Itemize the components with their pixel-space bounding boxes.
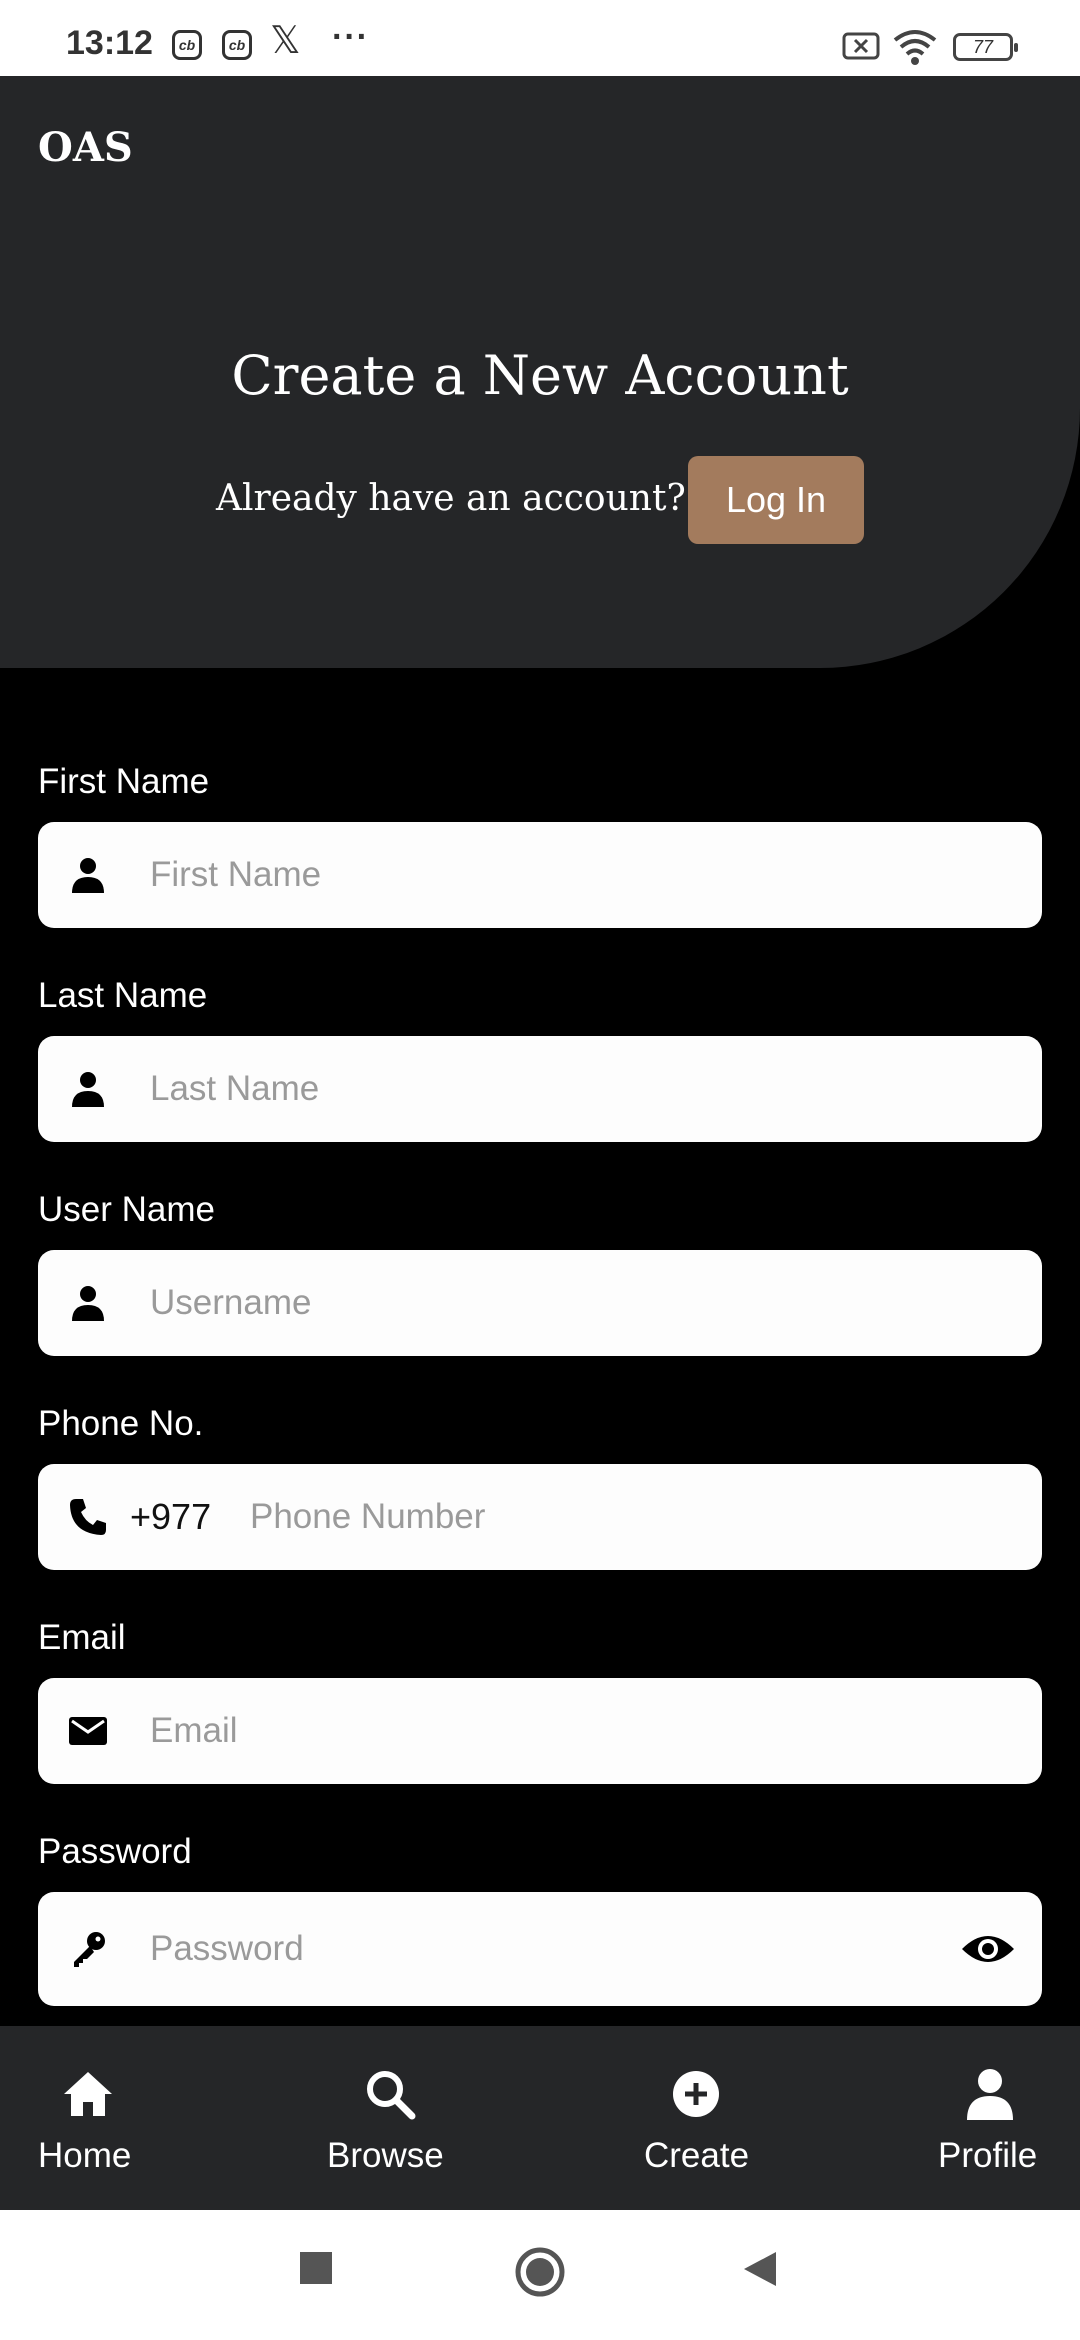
brand-logo[interactable]: OAS (38, 124, 133, 171)
x-app-icon: 𝕏 (270, 20, 301, 62)
nav-item-profile[interactable]: Profile (910, 2026, 1070, 2210)
email-input-box[interactable] (38, 1678, 1042, 1784)
last-name-input[interactable] (150, 1036, 970, 1142)
battery-indicator: 77 (953, 33, 1018, 61)
eye-icon[interactable] (960, 1929, 1016, 1969)
email-field: Email (38, 1606, 1042, 1820)
recent-apps-icon[interactable] (298, 2250, 334, 2286)
header: OAS Create a New Account Already have an… (0, 76, 1080, 668)
email-label: Email (38, 1618, 126, 1657)
first-name-label: First Name (38, 762, 210, 801)
phone-label: Phone No. (38, 1404, 204, 1443)
phone-number-input[interactable] (250, 1464, 1010, 1570)
first-name-input[interactable] (150, 822, 970, 928)
home-system-icon[interactable] (514, 2246, 566, 2298)
wifi-icon (893, 30, 937, 65)
back-icon[interactable] (742, 2250, 778, 2288)
sim-off-icon (842, 32, 880, 60)
nav-label-profile: Profile (938, 2136, 1038, 2175)
person-icon (72, 1286, 104, 1321)
user-name-label: User Name (38, 1190, 215, 1229)
key-icon (74, 1932, 105, 1967)
last-name-input-box[interactable] (38, 1036, 1042, 1142)
login-prompt: Already have an account? Log In (0, 456, 1080, 546)
password-label: Password (38, 1832, 192, 1871)
person-icon (72, 1072, 104, 1107)
user-name-input-box[interactable] (38, 1250, 1042, 1356)
cb-app-icon: cb (222, 30, 252, 60)
phone-icon (70, 1499, 106, 1535)
first-name-input-box[interactable] (38, 822, 1042, 928)
search-icon (367, 2071, 416, 2120)
nav-item-create[interactable]: Create (618, 2026, 774, 2210)
plus-circle-icon (673, 2071, 719, 2117)
already-have-account-text: Already have an account? (216, 478, 686, 519)
mail-icon (69, 1717, 107, 1745)
nav-label-browse: Browse (327, 2136, 444, 2175)
last-name-label: Last Name (38, 976, 208, 1015)
nav-label-create: Create (644, 2136, 750, 2175)
phone-field: Phone No. +977 (38, 1392, 1042, 1606)
password-field: Password (38, 1820, 1042, 2034)
more-dots-icon: ··· (332, 18, 369, 56)
username-input[interactable] (150, 1250, 970, 1356)
page-title: Create a New Account (231, 344, 849, 407)
nav-item-browse[interactable]: Browse (300, 2026, 480, 2210)
status-bar: 13:12 cb cb 𝕏 ··· 77 (0, 0, 1080, 76)
person-icon (967, 2069, 1013, 2120)
first-name-field: First Name (38, 750, 1042, 964)
status-time: 13:12 (66, 24, 153, 62)
password-input-box[interactable] (38, 1892, 1042, 2006)
system-nav-bar (0, 2210, 1080, 2340)
home-icon (64, 2072, 112, 2116)
password-input[interactable] (150, 1892, 970, 2006)
person-icon (72, 858, 104, 893)
country-code[interactable]: +977 (130, 1496, 211, 1538)
phone-input-box[interactable]: +977 (38, 1464, 1042, 1570)
nav-label-home: Home (38, 2136, 132, 2175)
email-input[interactable] (150, 1678, 970, 1784)
nav-item-home[interactable]: Home (0, 2026, 176, 2210)
last-name-field: Last Name (38, 964, 1042, 1178)
bottom-nav: Home Browse Create Profile (0, 2026, 1080, 2210)
user-name-field: User Name (38, 1178, 1042, 1392)
signup-form: First Name Last Name User Name (38, 750, 1042, 2034)
login-button[interactable]: Log In (688, 456, 864, 544)
cb-app-icon: cb (172, 30, 202, 60)
